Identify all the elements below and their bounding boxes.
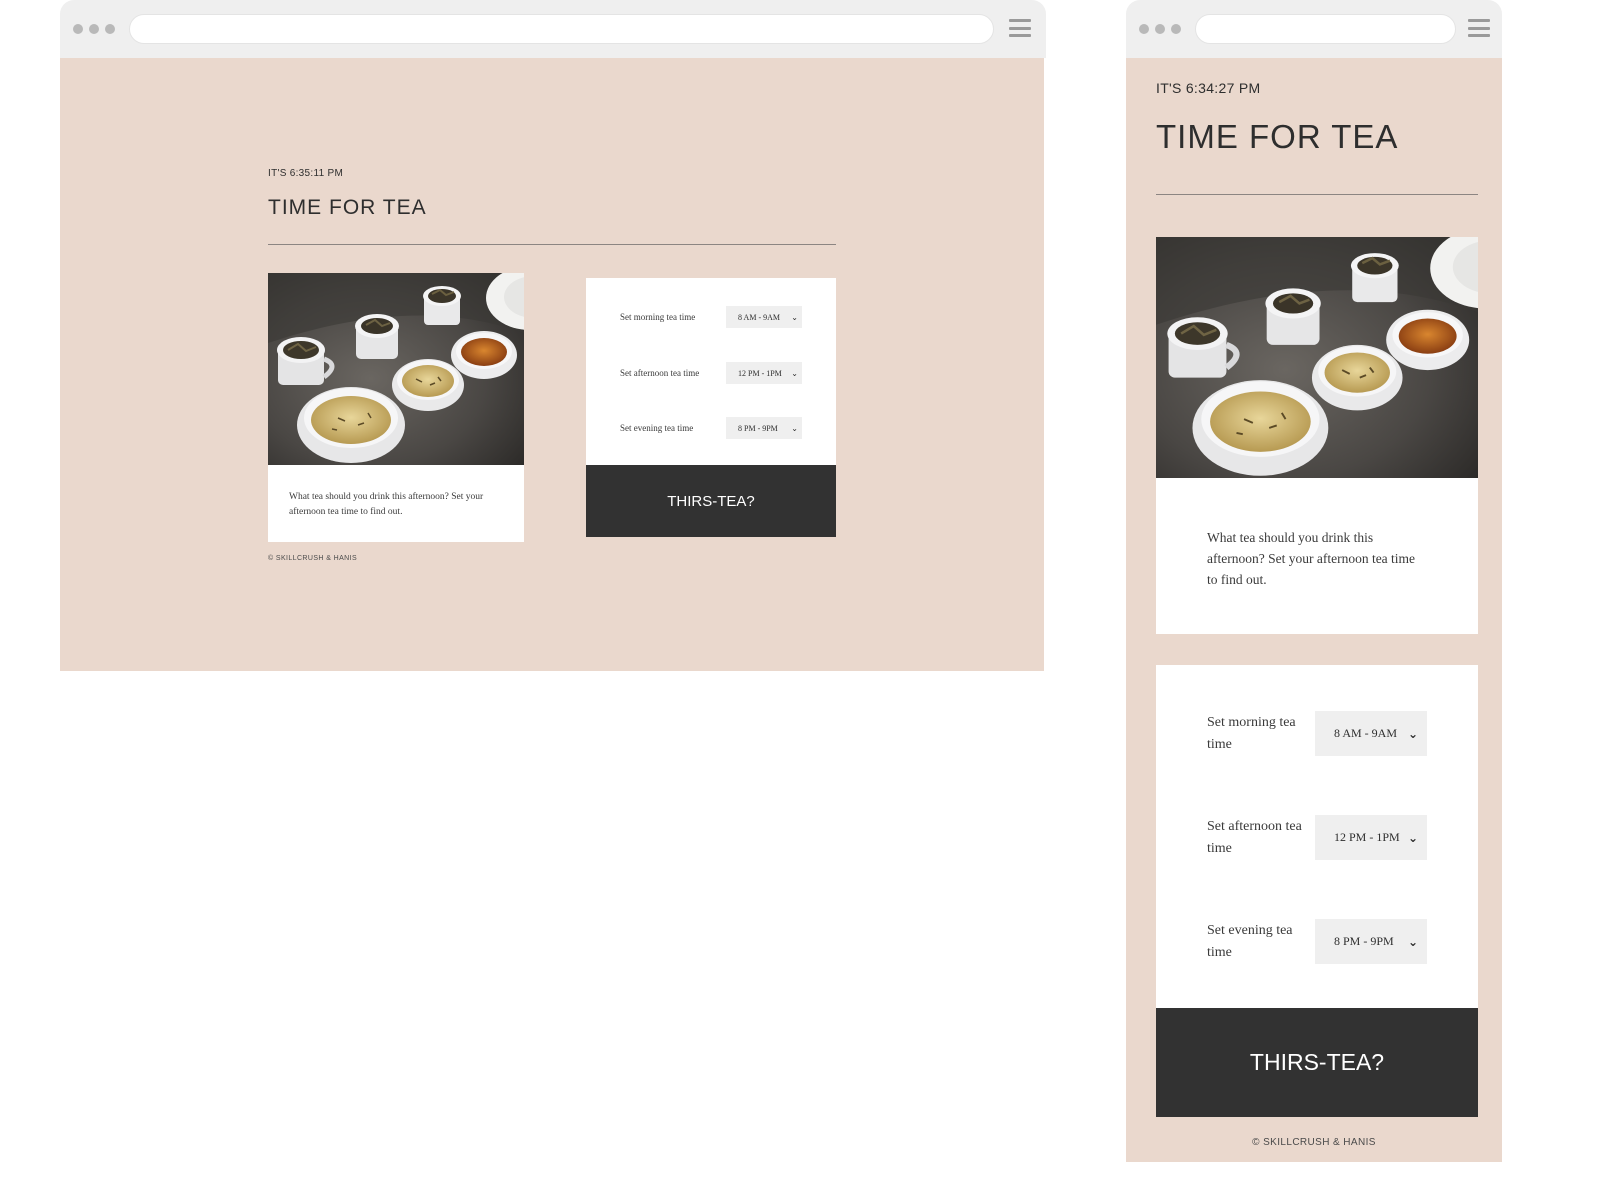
chevron-down-icon: ⌄ [1407, 934, 1418, 949]
tea-info-card: What tea should you drink this afternoon… [1156, 237, 1478, 634]
morning-tea-select[interactable]: 8 AM - 9AM ⌄ [1315, 711, 1427, 756]
evening-setting-row: Set evening tea time 8 PM - 9PM ⌄ [620, 417, 802, 439]
thirs-tea-button[interactable]: THIRS-TEA? [1156, 1008, 1478, 1117]
morning-tea-label: Set morning tea time [1207, 714, 1296, 752]
morning-tea-label: Set morning tea time [620, 312, 696, 322]
tea-cups-photo [1156, 237, 1478, 478]
title-divider [268, 244, 836, 245]
afternoon-tea-value: 12 PM - 1PM [738, 368, 782, 378]
afternoon-setting-row: Set afternoon tea time 12 PM - 1PM ⌄ [1207, 815, 1427, 860]
window-dots-icon [73, 24, 115, 34]
evening-setting-row: Set evening tea time 8 PM - 9PM ⌄ [1207, 919, 1427, 964]
thirs-tea-button[interactable]: THIRS-TEA? [586, 465, 836, 537]
afternoon-setting-row: Set afternoon tea time 12 PM - 1PM ⌄ [620, 362, 802, 384]
title-divider [1156, 194, 1478, 195]
desktop-page: IT'S 6:35:11 PM TIME FOR TEA What tea sh… [60, 58, 1044, 671]
footer-credit: © SKILLCRUSH & HANIS [1252, 1137, 1376, 1148]
window-dots-icon [1139, 24, 1181, 34]
browser-toolbar [60, 0, 1046, 58]
morning-setting-row: Set morning tea time 8 AM - 9AM ⌄ [620, 306, 802, 328]
clock-text: IT'S 6:35:11 PM [268, 168, 344, 179]
tea-description: What tea should you drink this afternoon… [289, 492, 484, 517]
afternoon-tea-label: Set afternoon tea time [620, 368, 700, 378]
address-bar[interactable] [129, 14, 994, 44]
hamburger-menu-icon[interactable] [1009, 19, 1031, 37]
page-title: TIME FOR TEA [1156, 118, 1399, 155]
tea-time-settings-card: Set morning tea time 8 AM - 9AM ⌄ Set af… [586, 278, 836, 465]
evening-tea-label: Set evening tea time [1207, 922, 1293, 960]
evening-tea-value: 8 PM - 9PM [1334, 934, 1394, 948]
clock-text: IT'S 6:34:27 PM [1156, 80, 1261, 96]
evening-tea-label: Set evening tea time [620, 423, 694, 433]
chevron-down-icon: ⌄ [1407, 830, 1418, 845]
tea-time-settings-card: Set morning tea time 8 AM - 9AM ⌄ Set af… [1156, 665, 1478, 1008]
chevron-down-icon: ⌄ [1407, 726, 1418, 741]
mobile-browser-window: IT'S 6:34:27 PM TIME FOR TEA What tea sh… [1126, 0, 1502, 1162]
browser-toolbar [1126, 0, 1502, 58]
mobile-page: IT'S 6:34:27 PM TIME FOR TEA What tea sh… [1126, 58, 1502, 1162]
afternoon-tea-select[interactable]: 12 PM - 1PM ⌄ [726, 362, 802, 384]
morning-setting-row: Set morning tea time 8 AM - 9AM ⌄ [1207, 711, 1427, 756]
hamburger-menu-icon[interactable] [1468, 19, 1490, 37]
afternoon-tea-value: 12 PM - 1PM [1334, 830, 1400, 844]
morning-tea-value: 8 AM - 9AM [1334, 726, 1398, 740]
page-title: TIME FOR TEA [268, 196, 427, 219]
morning-tea-value: 8 AM - 9AM [738, 312, 781, 322]
afternoon-tea-select[interactable]: 12 PM - 1PM ⌄ [1315, 815, 1427, 860]
chevron-down-icon: ⌄ [791, 312, 798, 322]
tea-cups-photo [268, 273, 524, 465]
tea-description: What tea should you drink this afternoon… [1207, 530, 1416, 587]
evening-tea-value: 8 PM - 9PM [738, 423, 778, 433]
tea-info-card: What tea should you drink this afternoon… [268, 273, 524, 542]
chevron-down-icon: ⌄ [791, 368, 798, 378]
evening-tea-select[interactable]: 8 PM - 9PM ⌄ [726, 417, 802, 439]
chevron-down-icon: ⌄ [791, 423, 798, 433]
afternoon-tea-label: Set afternoon tea time [1207, 818, 1302, 856]
evening-tea-select[interactable]: 8 PM - 9PM ⌄ [1315, 919, 1427, 964]
desktop-browser-window: IT'S 6:35:11 PM TIME FOR TEA What tea sh… [60, 0, 1046, 671]
address-bar[interactable] [1195, 14, 1456, 44]
footer-credit: © SKILLCRUSH & HANIS [268, 555, 358, 562]
morning-tea-select[interactable]: 8 AM - 9AM ⌄ [726, 306, 802, 328]
